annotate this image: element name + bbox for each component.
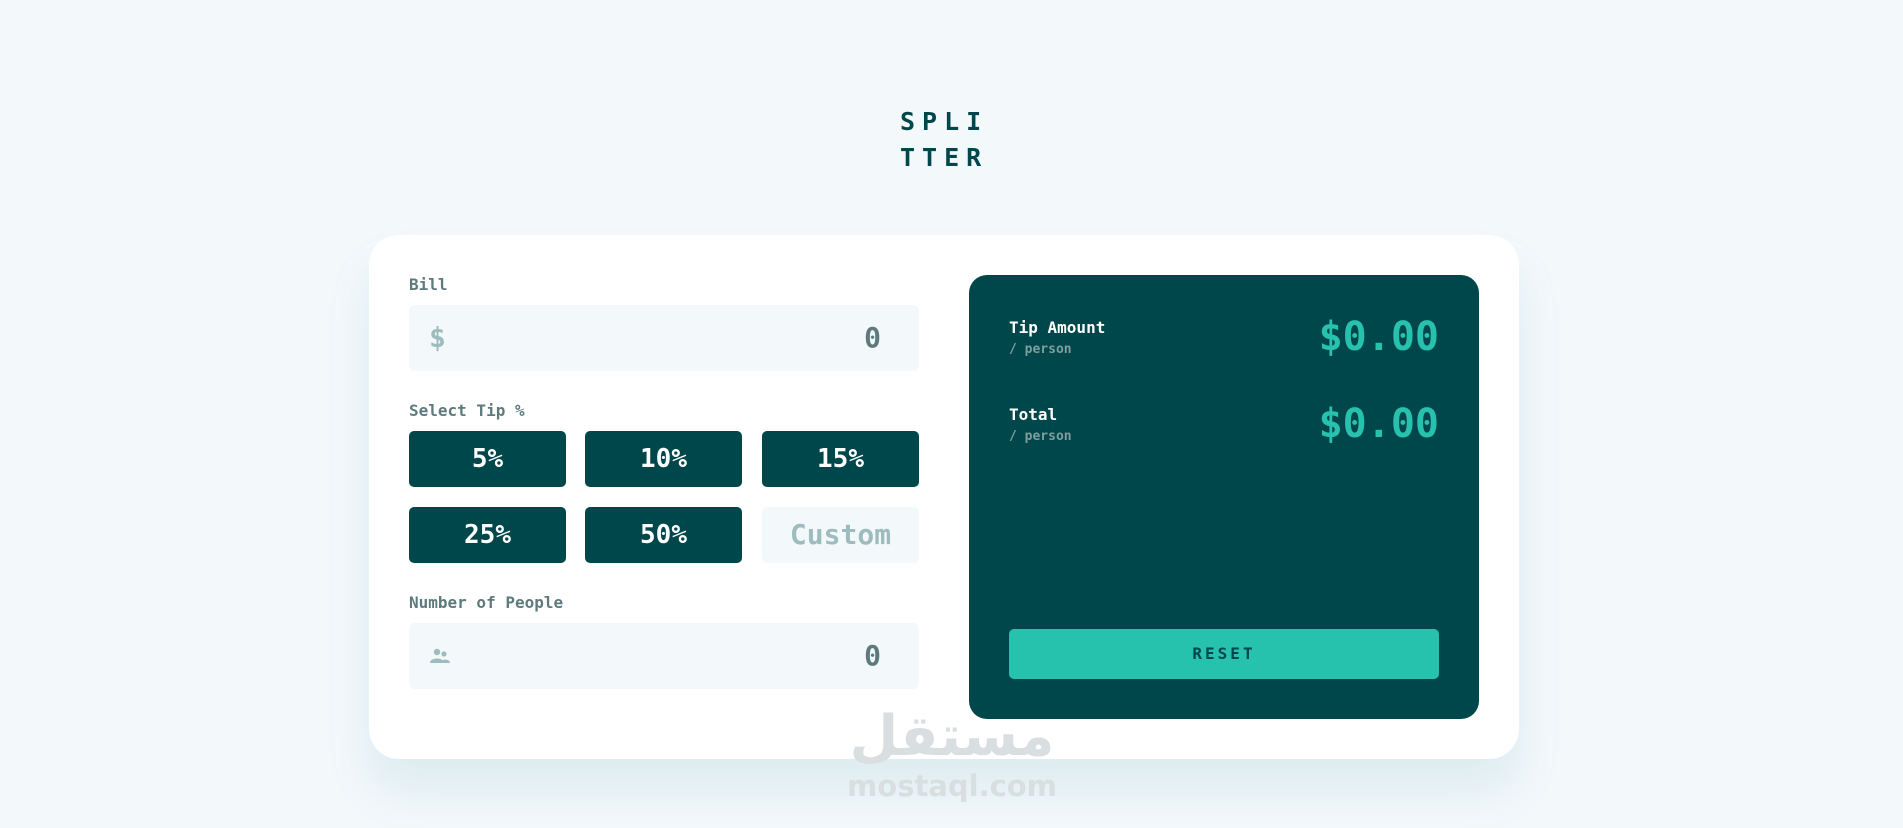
total-value: $0.00 — [1318, 401, 1439, 447]
logo-line-2: TTER — [900, 143, 989, 172]
bill-value: 0 — [864, 321, 881, 354]
tip-button-25[interactable]: 25% — [409, 507, 566, 563]
dollar-icon: $ — [429, 321, 446, 354]
tip-amount-label: Tip Amount — [1009, 318, 1106, 337]
watermark-logo: مستقل mostaql.com — [842, 704, 1062, 804]
app-logo: SPLI TTER — [900, 104, 1010, 176]
tip-button-15[interactable]: 15% — [762, 431, 919, 487]
calculator-card: Bill $ 0 Select Tip % 5% 10% 15% 25% 50%… — [369, 235, 1519, 759]
tip-button-10[interactable]: 10% — [585, 431, 742, 487]
people-label: Number of People — [409, 593, 564, 612]
bill-input[interactable]: $ 0 — [409, 305, 919, 371]
total-per-person: / person — [1009, 429, 1072, 444]
total-label: Total — [1009, 405, 1058, 424]
watermark-arabic: مستقل — [849, 704, 1055, 769]
results-panel: Tip Amount / person $0.00 Total / person… — [969, 275, 1479, 719]
logo-line-1: SPLI — [900, 107, 989, 136]
tip-custom-input[interactable]: Custom — [762, 507, 919, 563]
bill-label: Bill — [409, 275, 448, 294]
person-icon — [430, 648, 450, 663]
tip-amount-per-person: / person — [1009, 342, 1072, 357]
tip-label: Select Tip % — [409, 401, 525, 420]
tip-amount-value: $0.00 — [1318, 314, 1439, 360]
reset-button[interactable]: RESET — [1009, 629, 1439, 679]
people-value: 0 — [864, 639, 881, 672]
watermark-domain: mostaql.com — [847, 769, 1057, 803]
tip-button-50[interactable]: 50% — [585, 507, 742, 563]
tip-button-5[interactable]: 5% — [409, 431, 566, 487]
people-input[interactable]: 0 — [409, 623, 919, 689]
